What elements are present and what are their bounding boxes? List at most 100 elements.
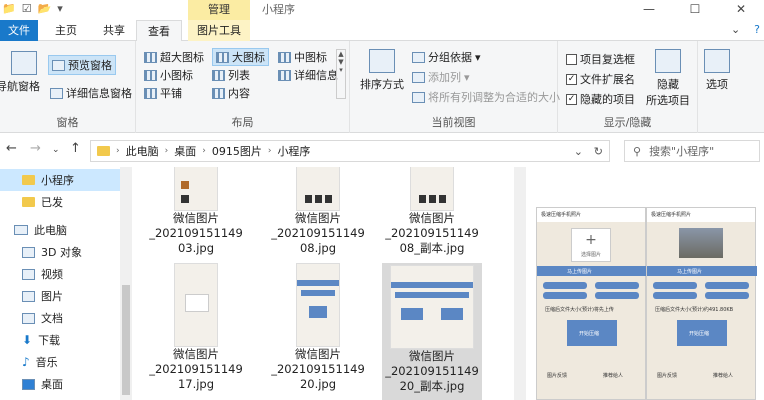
file-item[interactable]: 微信图片 _202109151149 08_副本.jpg: [382, 167, 482, 256]
nav-item-miniprogram[interactable]: 小程序: [0, 169, 120, 191]
tab-picture-tools[interactable]: 图片工具: [188, 20, 250, 41]
back-icon[interactable]: ←: [6, 141, 17, 156]
layout-tiles[interactable]: 平铺: [144, 85, 182, 101]
manage-context-tab[interactable]: 管理: [188, 0, 250, 20]
tab-share[interactable]: 共享: [94, 20, 134, 41]
folder-icon: [97, 146, 110, 156]
options-button[interactable]: 选项: [704, 49, 730, 92]
picture-icon: [22, 290, 35, 302]
nav-scrollbar[interactable]: [120, 167, 132, 400]
options-icon: [704, 49, 730, 73]
chevron-down-icon[interactable]: ⌄: [574, 145, 583, 158]
preview-pane-button[interactable]: 预览窗格: [48, 55, 116, 75]
add-column-icon: [412, 71, 425, 83]
item-checkboxes-toggle[interactable]: 项目复选框: [566, 51, 635, 67]
layout-medium-icons[interactable]: 中图标: [278, 49, 327, 65]
layout-xlarge-icons[interactable]: 超大图标: [144, 49, 204, 65]
image-thumbnail: [296, 167, 340, 211]
file-item[interactable]: 微信图片 _202109151149 08.jpg: [268, 167, 368, 256]
details-pane-button[interactable]: 详细信息窗格: [50, 85, 132, 101]
breadcrumb[interactable]: 此电脑: [126, 143, 159, 159]
breadcrumb[interactable]: 0915图片: [212, 143, 262, 159]
nav-item-pictures[interactable]: 图片: [0, 285, 120, 307]
hide-selected-button[interactable]: 隐藏 所选项目: [646, 49, 690, 108]
video-icon: [22, 268, 35, 280]
nav-item-videos[interactable]: 视频: [0, 263, 120, 285]
search-input[interactable]: ⚲ 搜索"小程序": [624, 140, 760, 162]
preview-image-right: 极速压缩手机照片 马上传图片 压缩后文件大小(预计)约491.80KB 开始压缩…: [646, 207, 757, 400]
checkbox-checked-icon[interactable]: ✓: [566, 93, 577, 105]
nav-item-music[interactable]: ♪ 音乐: [0, 351, 120, 373]
nav-pane-icon: [11, 51, 37, 75]
help-icon[interactable]: ?: [754, 23, 760, 36]
recent-chevron-icon[interactable]: ⌄: [52, 145, 60, 155]
breadcrumb[interactable]: 小程序: [277, 143, 310, 159]
new-folder-icon[interactable]: 📂: [38, 2, 52, 15]
refresh-icon[interactable]: ↻: [594, 145, 603, 158]
show-hide-group: 项目复选框 ✓ 文件扩展名 ✓ 隐藏的项目 隐藏 所选项目 显示/隐藏: [558, 41, 698, 133]
file-item[interactable]: 微信图片 _202109151149 17.jpg: [146, 263, 246, 392]
image-thumbnail: [296, 263, 340, 347]
chevron-down-icon: ▾: [475, 50, 481, 64]
minimize-icon[interactable]: —: [626, 0, 672, 18]
large-icons-icon: [216, 51, 229, 63]
panes-group: 导航窗格 预览窗格 详细信息窗格 窗格: [0, 41, 136, 133]
nav-item-desktop[interactable]: 桌面: [0, 373, 120, 395]
list-icon: [212, 69, 225, 81]
nav-item-sent[interactable]: 已发: [0, 191, 120, 213]
nav-item-this-pc[interactable]: 此电脑: [0, 219, 120, 241]
layout-scroll-icon[interactable]: ▲ ▼ ▾: [336, 49, 346, 99]
nav-item-documents[interactable]: 文档: [0, 307, 120, 329]
file-item-selected[interactable]: 微信图片 _202109151149 20_副本.jpg: [382, 263, 482, 400]
tab-view[interactable]: 查看: [136, 20, 182, 42]
layout-large-icons[interactable]: 大图标: [212, 48, 269, 66]
address-row: ← → ⌄ ↑ › 此电脑 › 桌面 › 0915图片 › 小程序 ⌄ ↻ ⚲ …: [0, 133, 764, 167]
file-item[interactable]: 微信图片 _202109151149 03.jpg: [146, 167, 246, 256]
close-icon[interactable]: ✕: [718, 0, 764, 18]
properties-icon[interactable]: ☑: [22, 2, 32, 15]
preview-pane: 极速压缩手机照片 + 选择图片 马上传图片 压缩后文件大小(预计)将先上传 开始…: [526, 167, 764, 400]
details-pane-icon: [50, 87, 63, 99]
forward-icon[interactable]: →: [30, 141, 41, 156]
details-icon: [278, 69, 291, 81]
up-icon[interactable]: ↑: [70, 141, 81, 156]
folder-icon[interactable]: 📁: [2, 2, 16, 15]
group-icon: [412, 51, 425, 63]
nav-item-3d-objects[interactable]: 3D 对象: [0, 241, 120, 263]
preview-image-left: 极速压缩手机照片 + 选择图片 马上传图片 压缩后文件大小(预计)将先上传 开始…: [536, 207, 647, 400]
ribbon: 导航窗格 预览窗格 详细信息窗格 窗格 超大图标 大图标 中图标 小图标 列表 …: [0, 41, 764, 133]
scrollbar-thumb[interactable]: [122, 285, 130, 395]
content-icon: [212, 87, 225, 99]
tab-file[interactable]: 文件: [0, 20, 38, 41]
folder-icon: [22, 175, 35, 185]
maximize-icon[interactable]: ☐: [672, 0, 718, 18]
hide-selected-icon: [655, 49, 681, 73]
breadcrumb[interactable]: 桌面: [174, 143, 196, 159]
nav-item-downloads[interactable]: ⬇ 下载: [0, 329, 120, 351]
layout-small-icons[interactable]: 小图标: [144, 67, 193, 83]
folder-icon: [22, 197, 35, 207]
fit-columns-button[interactable]: 将所有列调整为合适的大小: [412, 89, 560, 105]
sort-button[interactable]: 排序方式: [360, 49, 404, 92]
preview-pane-icon: [52, 59, 65, 71]
quick-access-toolbar: 📁 ☑ 📂 ▾: [2, 2, 63, 15]
panes-group-label: 窗格: [56, 116, 79, 129]
layout-content[interactable]: 内容: [212, 85, 250, 101]
layout-list[interactable]: 列表: [212, 67, 250, 83]
hidden-items-toggle[interactable]: ✓ 隐藏的项目: [566, 91, 635, 107]
checkbox-checked-icon[interactable]: ✓: [566, 73, 577, 85]
file-item[interactable]: 微信图片 _202109151149 20.jpg: [268, 263, 368, 392]
address-bar[interactable]: › 此电脑 › 桌面 › 0915图片 › 小程序 ⌄ ↻: [90, 140, 610, 162]
title-bar: 📁 ☑ 📂 ▾ 管理 小程序 — ☐ ✕: [0, 0, 764, 20]
add-column-button[interactable]: 添加列 ▾: [412, 69, 470, 85]
tab-home[interactable]: 主页: [46, 20, 86, 41]
collapse-ribbon-icon[interactable]: ⌄: [731, 23, 740, 36]
nav-pane-button[interactable]: 导航窗格: [0, 51, 40, 94]
layout-details[interactable]: 详细信息: [278, 67, 338, 83]
file-extensions-toggle[interactable]: ✓ 文件扩展名: [566, 71, 635, 87]
file-list: 微信图片 _202109151149 03.jpg 微信图片 _20210915…: [132, 167, 514, 400]
dropdown-icon[interactable]: ▾: [57, 2, 63, 15]
file-list-scrollbar[interactable]: [514, 167, 526, 400]
checkbox-icon[interactable]: [566, 53, 577, 65]
group-by-button[interactable]: 分组依据 ▾: [412, 49, 481, 65]
